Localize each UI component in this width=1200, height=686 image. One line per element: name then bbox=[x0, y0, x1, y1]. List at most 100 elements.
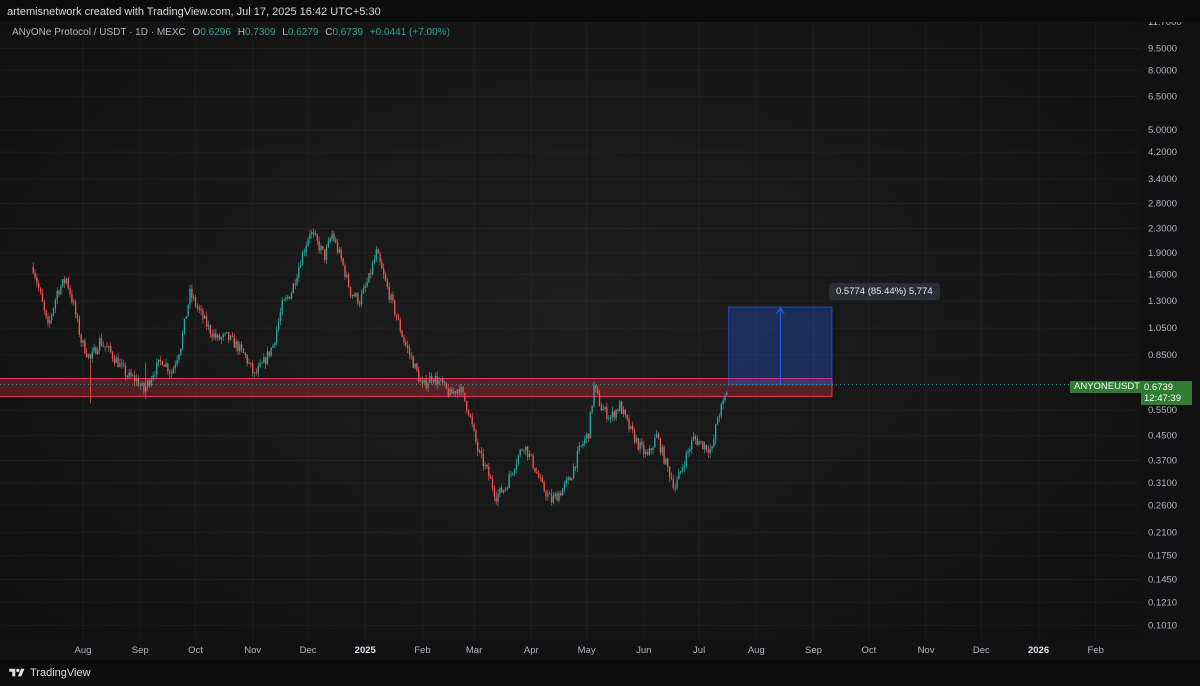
candle-body bbox=[305, 245, 307, 253]
candle-body bbox=[703, 444, 706, 450]
candle-body bbox=[279, 312, 282, 322]
candle-body bbox=[589, 412, 591, 439]
candle-body bbox=[58, 290, 60, 295]
candle-body bbox=[122, 363, 125, 366]
candle-body bbox=[34, 272, 36, 278]
candle-body bbox=[325, 247, 328, 260]
candle-body bbox=[231, 335, 234, 337]
candle-body bbox=[111, 352, 114, 359]
price-tick-label: 5.0000 bbox=[1148, 125, 1177, 136]
time-tick-label: Nov bbox=[244, 645, 261, 656]
candle-body bbox=[294, 283, 296, 285]
price-tick-label: 11.7000 bbox=[1148, 22, 1182, 28]
candle-body bbox=[216, 335, 219, 338]
candle-body bbox=[215, 333, 217, 338]
candle-body bbox=[375, 249, 378, 259]
candle-body bbox=[574, 466, 577, 468]
time-tick-label: Aug bbox=[748, 645, 765, 656]
price-chart[interactable] bbox=[0, 22, 1140, 658]
candle-body bbox=[237, 341, 239, 352]
candle-body bbox=[635, 438, 638, 443]
candle-body bbox=[181, 332, 184, 349]
candle-body bbox=[49, 319, 51, 324]
candle-body bbox=[700, 441, 702, 443]
candle-body bbox=[593, 385, 595, 406]
candle-body bbox=[390, 294, 392, 300]
candle-body bbox=[679, 470, 682, 473]
candle-body bbox=[606, 407, 608, 419]
candle-body bbox=[364, 286, 366, 288]
candle-body bbox=[486, 464, 488, 467]
candle-body bbox=[510, 473, 512, 475]
candle-body bbox=[657, 433, 660, 439]
candle-body bbox=[303, 252, 306, 253]
candle-body bbox=[41, 292, 44, 302]
candle-body bbox=[416, 363, 418, 371]
candle-body bbox=[133, 375, 136, 382]
candle-body bbox=[115, 357, 117, 363]
candle-body bbox=[681, 467, 684, 471]
price-tick-label: 8.0000 bbox=[1148, 65, 1177, 76]
price-tick-label: 0.1450 bbox=[1148, 574, 1177, 585]
candle-body bbox=[320, 246, 322, 251]
candle-body bbox=[318, 240, 320, 251]
candle-body bbox=[534, 467, 536, 473]
candle-body bbox=[353, 294, 355, 297]
candle-body bbox=[323, 249, 326, 260]
candle-body bbox=[100, 338, 103, 346]
candle-body bbox=[447, 388, 449, 397]
candle-body bbox=[587, 433, 590, 439]
candle-body bbox=[139, 385, 141, 387]
candle-body bbox=[97, 350, 99, 354]
candle-body bbox=[495, 496, 497, 502]
candle-body bbox=[478, 450, 481, 452]
candle-body bbox=[80, 334, 82, 343]
candle-body bbox=[370, 273, 372, 275]
candle-body bbox=[652, 447, 654, 450]
candle-body bbox=[545, 491, 547, 497]
candle-body bbox=[71, 294, 73, 303]
candle-body bbox=[60, 286, 62, 295]
time-axis[interactable]: Aug Sep Oct Nov Dec 2025 Feb Mar Apr May Jun Jul Aug… bbox=[0, 640, 1140, 660]
price-tick-label: 0.2100 bbox=[1148, 527, 1177, 538]
price-tick-label: 4.2000 bbox=[1148, 147, 1177, 158]
candle-body bbox=[650, 448, 652, 450]
candle-body bbox=[43, 301, 45, 311]
candle-body bbox=[491, 478, 494, 489]
price-axis[interactable]: 11.7000 9.5000 8.0000 6.5000 5.0000 4.2000 3.4… bbox=[1140, 17, 1200, 658]
candle-body bbox=[240, 344, 243, 349]
candle-body bbox=[45, 310, 47, 317]
close-value: 0.6739 bbox=[332, 27, 364, 38]
candle-body bbox=[454, 391, 457, 394]
time-tick-label: Apr bbox=[524, 645, 539, 656]
candle-body bbox=[591, 405, 593, 413]
candle-body bbox=[598, 393, 601, 407]
price-tick-label: 0.1210 bbox=[1148, 597, 1177, 608]
time-tick-label: 2025 bbox=[355, 645, 377, 656]
candle-body bbox=[311, 232, 313, 235]
candle-body bbox=[543, 482, 545, 492]
candle-body bbox=[502, 489, 505, 493]
candle-body bbox=[622, 409, 625, 414]
candle-body bbox=[381, 262, 383, 269]
candle-body bbox=[281, 300, 283, 313]
candle-body bbox=[427, 382, 429, 388]
candle-body bbox=[283, 299, 285, 301]
candle-body bbox=[143, 383, 145, 392]
candle-body bbox=[377, 249, 379, 254]
tradingview-brand[interactable]: TradingView bbox=[30, 667, 91, 679]
candle-body bbox=[552, 496, 555, 503]
candle-body bbox=[493, 488, 496, 497]
candle-body bbox=[169, 371, 171, 373]
chart-plot-area[interactable] bbox=[0, 22, 1140, 658]
candle-body bbox=[563, 483, 566, 489]
candle-body bbox=[489, 476, 492, 479]
candle-body bbox=[670, 477, 673, 479]
candle-body bbox=[480, 450, 483, 454]
candle-body bbox=[253, 372, 256, 374]
candle-body bbox=[558, 493, 560, 501]
candle-body bbox=[192, 297, 195, 298]
candle-body bbox=[185, 316, 188, 319]
candle-body bbox=[419, 380, 422, 382]
price-tick-label: 1.6000 bbox=[1148, 270, 1177, 281]
